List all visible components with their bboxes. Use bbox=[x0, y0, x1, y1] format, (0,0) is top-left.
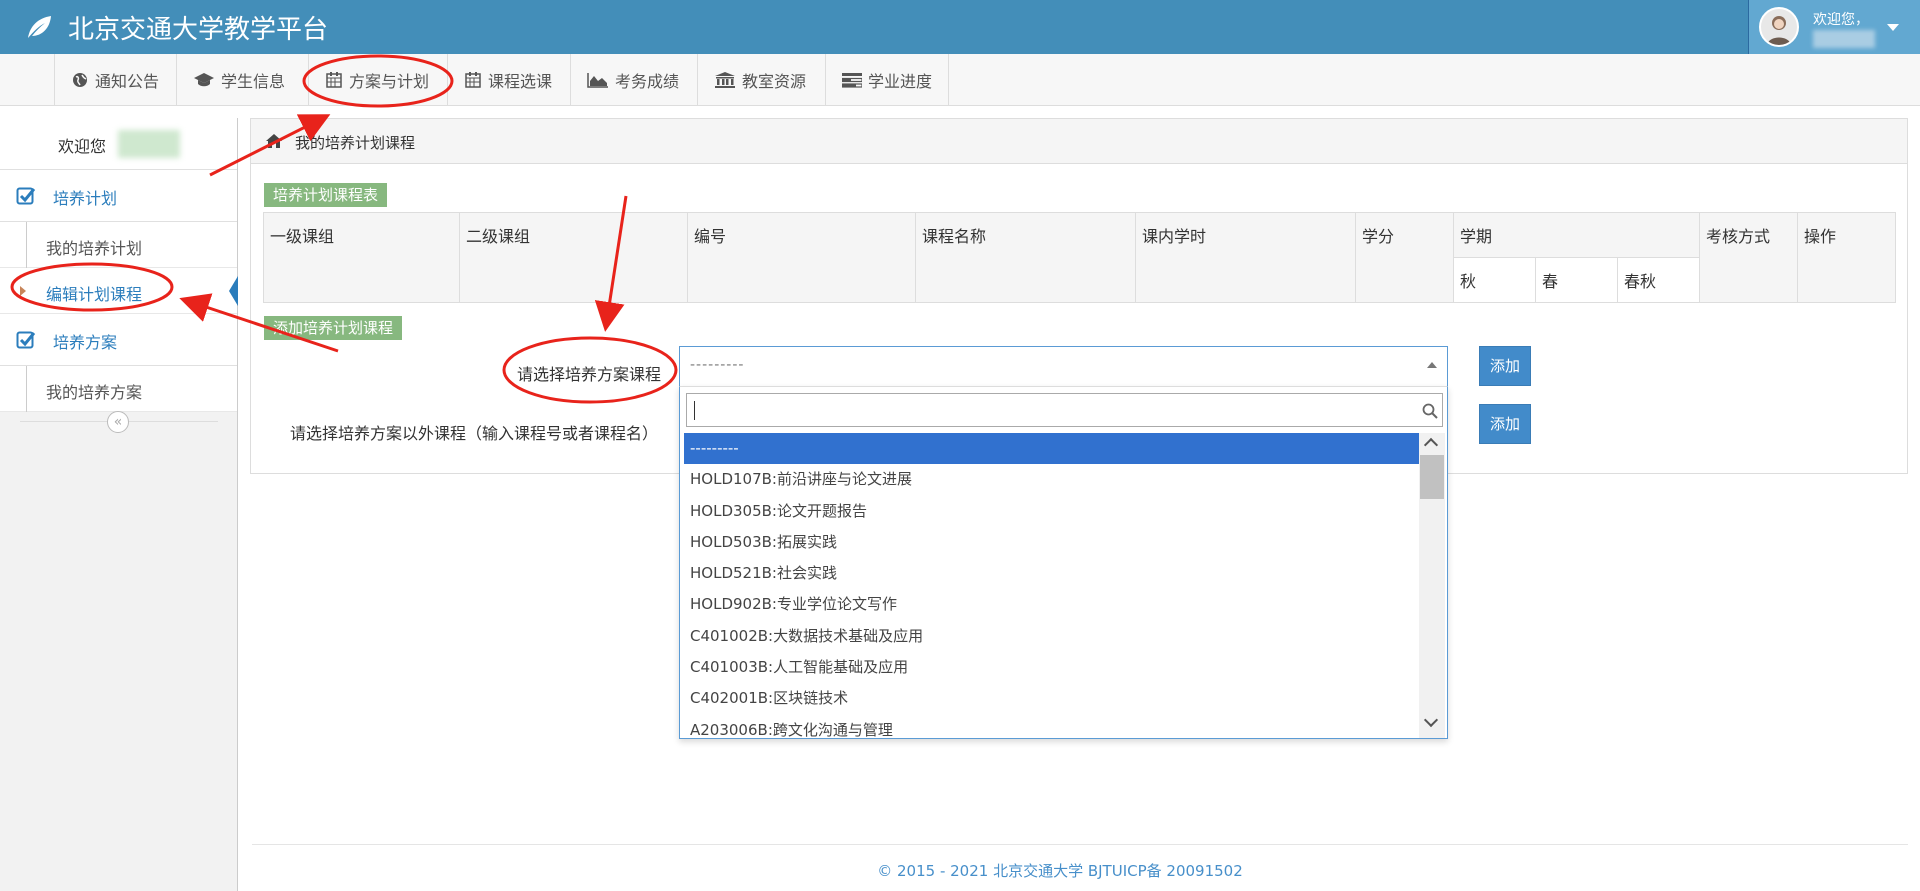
caret-down-icon[interactable] bbox=[1887, 24, 1899, 31]
double-chevron-left-icon[interactable]: « bbox=[107, 411, 129, 433]
plan-course-select[interactable]: --------- bbox=[679, 346, 1448, 386]
dropdown-option[interactable]: C401002B:大数据技术基础及应用 bbox=[684, 621, 1419, 652]
nav-label: 课程选课 bbox=[488, 72, 553, 91]
calendar-icon bbox=[465, 72, 481, 88]
section-tag-add-course: 添加培养计划课程 bbox=[264, 316, 403, 340]
col-header-exam: 考核方式 bbox=[1699, 212, 1798, 303]
top-header: 北京交通大学教学平台 欢迎您， bbox=[0, 0, 1920, 54]
sidebar-item-label: 我的培养计划 bbox=[46, 239, 143, 258]
dropdown-search-input[interactable] bbox=[686, 393, 1443, 427]
nav-item-course-selection[interactable]: 课程选课 bbox=[447, 54, 568, 106]
add-plan-course-button[interactable]: 添加 bbox=[1479, 346, 1531, 386]
nav-label: 教室资源 bbox=[742, 72, 807, 91]
nav-label: 学生信息 bbox=[221, 72, 286, 91]
footer-divider bbox=[252, 844, 1908, 845]
dropdown-option[interactable]: C401003B:人工智能基础及应用 bbox=[684, 652, 1419, 683]
dropdown-option[interactable]: HOLD107B:前沿讲座与论文进展 bbox=[684, 464, 1419, 495]
dropdown-option[interactable]: HOLD503B:拓展实践 bbox=[684, 527, 1419, 558]
nav-item-plans[interactable]: 方案与计划 bbox=[308, 54, 445, 106]
sidebar-group-training-scheme[interactable]: 培养方案 bbox=[0, 314, 237, 366]
brand[interactable]: 北京交通大学教学平台 bbox=[24, 0, 328, 54]
caret-right-icon bbox=[20, 286, 26, 296]
calendar-icon bbox=[326, 72, 342, 88]
sidebar-item-label: 我的培养方案 bbox=[46, 383, 143, 402]
nav-label: 考务成绩 bbox=[615, 72, 680, 91]
username-blurred bbox=[118, 130, 180, 158]
nav-item-exams-grades[interactable]: 考务成绩 bbox=[570, 54, 695, 106]
chevron-up-icon[interactable] bbox=[1423, 437, 1439, 453]
main-nav: 通知公告 学生信息 方案与计划 课程选课 考务成绩 教室资源 学业进度 bbox=[0, 54, 1920, 106]
panel-title: 我的培养计划课程 bbox=[295, 134, 416, 152]
course-table: 一级课组 二级课组 编号 课程名称 课内学时 学分 学期 考核方式 操作 秋 春… bbox=[263, 212, 1896, 303]
col-header-group2: 二级课组 bbox=[459, 212, 688, 303]
area-chart-icon bbox=[587, 73, 608, 88]
nav-item-academic-progress[interactable]: 学业进度 bbox=[825, 54, 948, 106]
col-header-group1: 一级课组 bbox=[263, 212, 460, 303]
dropdown-option[interactable]: HOLD902B:专业学位论文写作 bbox=[684, 589, 1419, 620]
scrollbar-thumb[interactable] bbox=[1420, 455, 1444, 499]
bank-icon bbox=[715, 72, 735, 88]
select-value: --------- bbox=[690, 357, 745, 373]
col-header-term: 学期 bbox=[1453, 212, 1700, 258]
section-tag-course-table: 培养计划课程表 bbox=[264, 183, 388, 207]
select-other-course-label: 请选择培养方案以外课程（输入课程号或者课程名） bbox=[290, 424, 659, 443]
sidebar-welcome-text: 欢迎您 bbox=[58, 137, 107, 156]
dropdown-option[interactable]: HOLD521B:社会实践 bbox=[684, 558, 1419, 589]
col-header-credits: 学分 bbox=[1355, 212, 1454, 303]
user-welcome: 欢迎您， bbox=[1813, 12, 1869, 28]
globe-icon bbox=[73, 73, 87, 87]
tasks-icon bbox=[842, 73, 862, 88]
nav-item-notices[interactable]: 通知公告 bbox=[54, 54, 175, 106]
sidebar-item-label: 编辑计划课程 bbox=[46, 285, 143, 304]
nav-divider bbox=[948, 54, 949, 106]
course-dropdown: --------- HOLD107B:前沿讲座与论文进展 HOLD305B:论文… bbox=[679, 386, 1448, 739]
username-blurred bbox=[1813, 30, 1875, 48]
home-icon bbox=[266, 134, 282, 148]
col-header-term-both: 春秋 bbox=[1617, 257, 1700, 303]
check-square-icon bbox=[16, 331, 36, 349]
add-other-course-button[interactable]: 添加 bbox=[1479, 404, 1531, 444]
sidebar-group-label: 培养方案 bbox=[53, 333, 118, 352]
caret-up-icon bbox=[1427, 362, 1437, 368]
dropdown-options: --------- HOLD107B:前沿讲座与论文进展 HOLD305B:论文… bbox=[684, 433, 1419, 738]
dropdown-option[interactable]: HOLD305B:论文开题报告 bbox=[684, 496, 1419, 527]
table-header-row: 一级课组 二级课组 编号 课程名称 课内学时 学分 学期 考核方式 操作 bbox=[263, 212, 1896, 303]
app-title: 北京交通大学教学平台 bbox=[68, 14, 329, 45]
sidebar-item-edit-plan-courses[interactable]: 编辑计划课程 bbox=[0, 268, 238, 314]
sidebar: 欢迎您 培养计划 我的培养计划 编辑计划课程 培养方案 我的培养方案 « bbox=[0, 118, 238, 891]
sidebar-welcome: 欢迎您 bbox=[0, 118, 237, 170]
nav-label: 通知公告 bbox=[95, 72, 160, 91]
col-header-code: 编号 bbox=[687, 212, 916, 303]
col-header-ops: 操作 bbox=[1797, 212, 1896, 303]
panel-header: 我的培养计划课程 bbox=[251, 119, 1907, 164]
nav-item-student-info[interactable]: 学生信息 bbox=[176, 54, 301, 106]
graduation-cap-icon bbox=[194, 73, 214, 87]
avatar bbox=[1759, 7, 1799, 47]
sidebar-item-my-plan[interactable]: 我的培养计划 bbox=[0, 222, 237, 268]
active-indicator bbox=[229, 276, 238, 306]
col-header-hours: 课内学时 bbox=[1135, 212, 1356, 303]
col-header-term-spring: 春 bbox=[1535, 257, 1618, 303]
user-menu[interactable]: 欢迎您， bbox=[1748, 0, 1920, 54]
dropdown-option[interactable]: C402001B:区块链技术 bbox=[684, 683, 1419, 714]
sidebar-group-training-plan[interactable]: 培养计划 bbox=[0, 170, 237, 222]
nav-label: 方案与计划 bbox=[349, 72, 430, 91]
footer-copyright: © 2015 - 2021 北京交通大学 BJTUICP备 20091502 bbox=[877, 862, 1243, 880]
nav-item-classrooms[interactable]: 教室资源 bbox=[697, 54, 822, 106]
nav-label: 学业进度 bbox=[868, 72, 933, 91]
sidebar-group-label: 培养计划 bbox=[53, 189, 118, 208]
chevron-down-icon[interactable] bbox=[1423, 712, 1439, 728]
select-plan-course-label: 请选择培养方案课程 bbox=[517, 365, 662, 384]
dropdown-scrollbar[interactable] bbox=[1419, 433, 1445, 738]
text-cursor bbox=[694, 401, 695, 420]
sidebar-collapse: « bbox=[0, 404, 237, 440]
dropdown-option-selected[interactable]: --------- bbox=[684, 433, 1419, 465]
search-icon bbox=[1422, 403, 1438, 419]
col-header-term-fall: 秋 bbox=[1453, 257, 1536, 303]
col-header-name: 课程名称 bbox=[915, 212, 1136, 303]
dropdown-option[interactable]: A203006B:跨文化沟通与管理 bbox=[684, 715, 1419, 738]
tree-line bbox=[26, 222, 27, 268]
check-square-icon bbox=[16, 187, 36, 205]
leaf-icon bbox=[28, 16, 51, 38]
